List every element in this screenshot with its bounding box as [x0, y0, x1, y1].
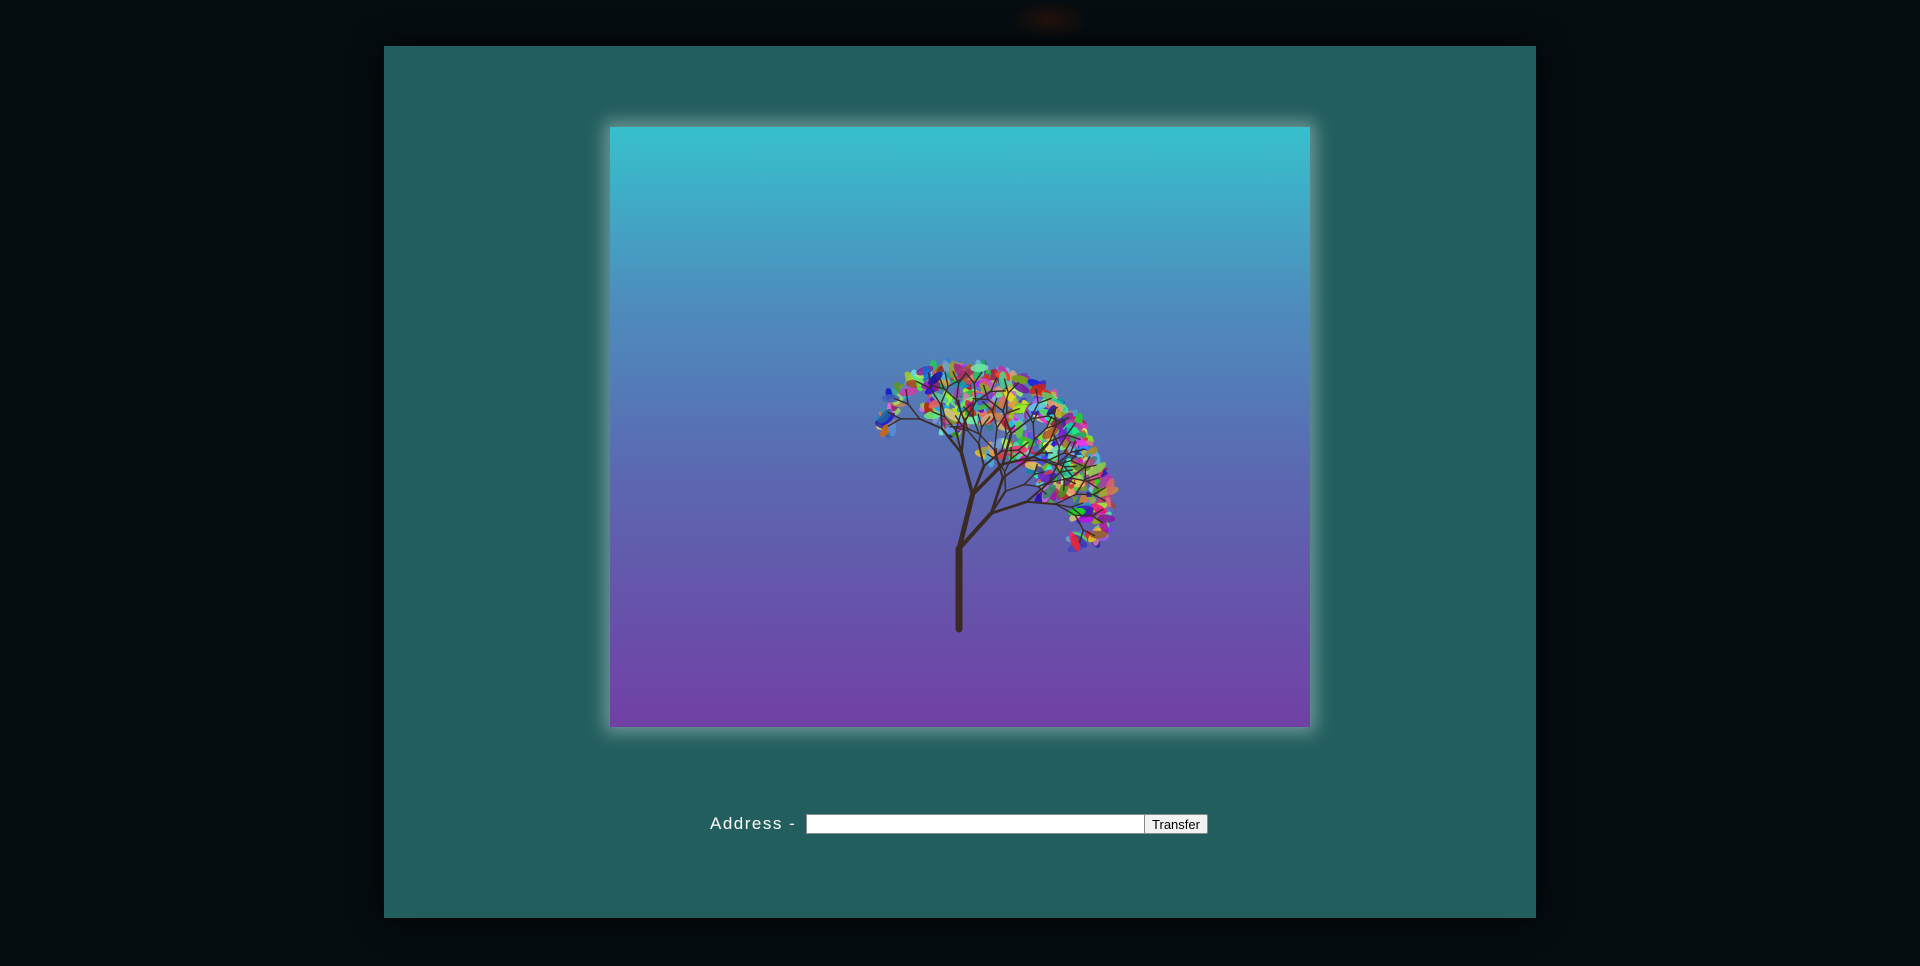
address-input[interactable] [806, 814, 1148, 834]
tree-branch [1003, 470, 1007, 492]
tree-branch [959, 451, 975, 497]
tree-branch [1004, 458, 1012, 473]
tree-branch [918, 418, 943, 430]
transfer-form: Address - Transfer [384, 813, 1536, 835]
tree-branch [1057, 445, 1060, 464]
transfer-button[interactable]: Transfer [1144, 814, 1208, 834]
tree-branch [995, 447, 998, 461]
tree-branch [990, 390, 1007, 393]
tree-branch [1000, 449, 1020, 452]
tree-branch [989, 476, 1005, 515]
fractal-tree-artwork [874, 358, 1119, 633]
top-glow [1010, 0, 1090, 40]
tree-branch [1004, 483, 1025, 492]
address-label: Address - [710, 814, 797, 833]
nft-panel: Address - Transfer [384, 46, 1536, 918]
nft-artwork-frame [610, 127, 1310, 727]
tree-branch [1074, 514, 1093, 517]
tree-branch [1023, 473, 1035, 486]
tree-branch [1063, 477, 1066, 492]
tree-branch [907, 403, 921, 420]
